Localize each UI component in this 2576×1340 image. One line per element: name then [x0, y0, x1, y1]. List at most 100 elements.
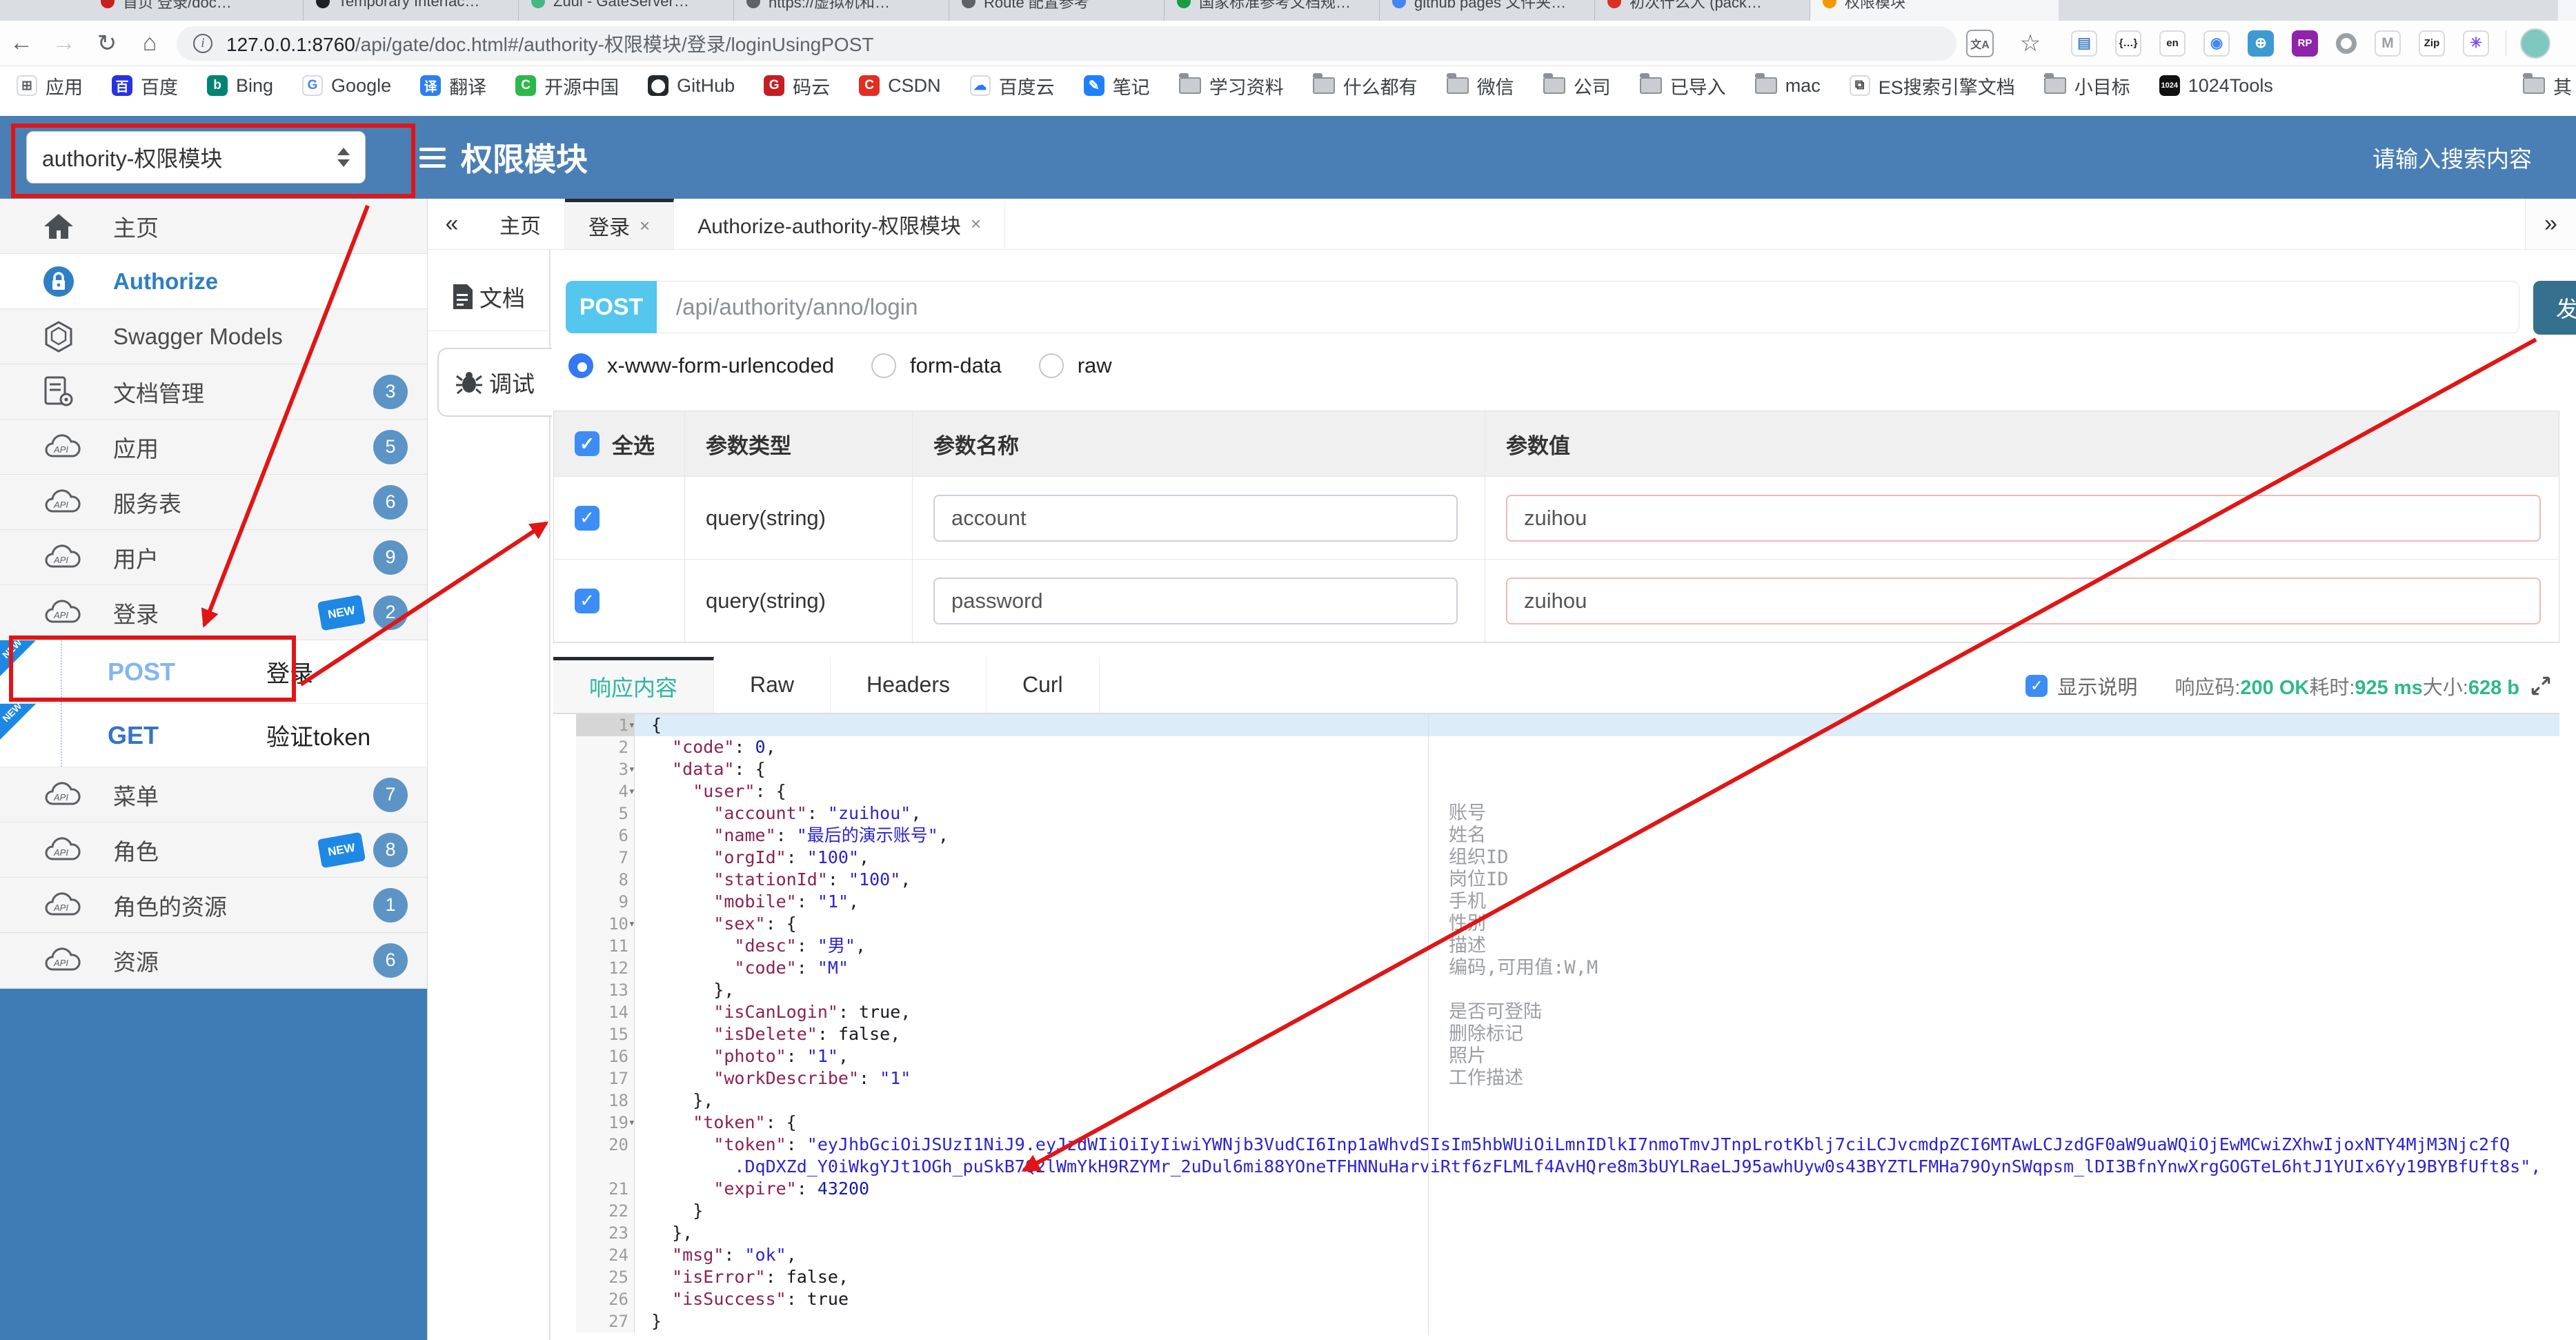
chrome-ext-icon[interactable]: ◉	[2203, 30, 2230, 57]
line-number[interactable]: 25	[576, 1266, 635, 1288]
browser-tab[interactable]: Zuul - GateServer…	[519, 0, 734, 21]
sidebar-endpoint-post[interactable]: POST 登录 NEW	[0, 637, 427, 704]
tampermonkey-ext-icon[interactable]: M	[2375, 30, 2401, 57]
line-number[interactable]: 15	[576, 1023, 635, 1045]
select-all-checkbox[interactable]: ✓	[575, 431, 600, 456]
response-tab[interactable]: Curl	[987, 657, 1100, 713]
tab-debug[interactable]: 调试	[437, 348, 552, 417]
bookmark-item[interactable]: G Google	[302, 72, 391, 99]
back-icon[interactable]: ←	[0, 30, 43, 57]
tab-doc[interactable]: 文档	[428, 262, 549, 331]
line-number[interactable]: 6	[576, 825, 635, 847]
bookmark-item[interactable]: 什么都有	[1312, 72, 1418, 99]
line-number[interactable]	[576, 1156, 635, 1178]
browser-tab[interactable]: Route 配置参考	[949, 0, 1165, 21]
sidebar-item[interactable]: API 角色的资源 1	[0, 878, 427, 933]
response-tab[interactable]: 响应内容	[553, 657, 715, 713]
browser-tab[interactable]: Temporary Interfac…	[304, 0, 519, 21]
sidebar-item[interactable]: API 应用 5	[0, 420, 427, 475]
bookmark-item[interactable]: 百 百度	[112, 72, 178, 99]
line-number[interactable]: 1 ▾	[576, 714, 635, 736]
browser-tab[interactable]: 权限模块	[1810, 0, 2059, 21]
line-number[interactable]: 13	[576, 979, 635, 1001]
page-info-icon[interactable]: i	[193, 33, 212, 53]
browser-tab[interactable]: 首页 登录/doc…	[88, 0, 304, 21]
doc-ext-icon[interactable]: ▤	[2071, 30, 2097, 57]
line-number[interactable]: 21	[576, 1178, 635, 1200]
bookmark-item[interactable]: 小目标	[2043, 72, 2130, 99]
line-number[interactable]: 18	[576, 1090, 635, 1112]
line-number[interactable]: 22	[576, 1200, 635, 1222]
forward-icon[interactable]: →	[43, 30, 86, 57]
sidebar-item[interactable]: API 角色 NEW 8	[0, 822, 427, 878]
rp-ext-icon[interactable]: RP	[2292, 30, 2318, 57]
line-number[interactable]: 24	[576, 1244, 635, 1266]
bookmark-item[interactable]: G 码云	[764, 72, 830, 99]
line-number[interactable]: 11	[576, 935, 635, 957]
response-tab[interactable]: Raw	[714, 657, 831, 713]
bookmark-item[interactable]: 已导入	[1639, 72, 1726, 99]
line-number[interactable]: 20	[576, 1134, 635, 1156]
line-number[interactable]: 26	[576, 1288, 635, 1310]
line-number[interactable]: 5	[576, 802, 635, 825]
param-value-input[interactable]	[1506, 494, 2541, 542]
expand-response-icon[interactable]	[2529, 674, 2553, 698]
bookmark-item[interactable]: 1024 1024Tools	[2159, 72, 2273, 99]
url-bar[interactable]: i 127.0.0.1:8760/api/gate/doc.html#/auth…	[177, 26, 1956, 61]
globe-ext-icon[interactable]: ⊕	[2248, 30, 2274, 57]
octotree-ext-icon[interactable]	[2336, 32, 2357, 54]
close-tab-icon[interactable]: ×	[640, 215, 650, 237]
line-number[interactable]: 23	[576, 1222, 635, 1244]
body-type-radio[interactable]: raw	[1038, 353, 1112, 378]
home-icon[interactable]: ⌂	[128, 30, 171, 57]
line-number[interactable]: 12	[576, 957, 635, 979]
bookmark-overflow-folder[interactable]: 其	[2523, 72, 2572, 99]
line-number[interactable]: 27	[576, 1310, 635, 1332]
bookmark-item[interactable]: C CSDN	[859, 72, 941, 99]
bookmark-item[interactable]: 学习资料	[1178, 72, 1284, 99]
line-number[interactable]: 3 ▾	[576, 758, 635, 780]
bookmark-star-icon[interactable]: ☆	[2009, 30, 2052, 57]
bookmark-item[interactable]: ⬤ GitHub	[648, 72, 735, 99]
document-tab[interactable]: 登录 ×	[565, 199, 675, 249]
sidebar-item[interactable]: API 服务表 6	[0, 475, 427, 530]
bookmark-item[interactable]: 译 翻译	[420, 72, 486, 99]
param-name-input[interactable]	[933, 577, 1458, 624]
bookmark-item[interactable]: b Bing	[207, 72, 273, 99]
line-number[interactable]: 8	[576, 869, 635, 891]
reload-icon[interactable]: ↻	[86, 30, 128, 57]
response-tab[interactable]: Headers	[831, 657, 987, 713]
bookmark-item[interactable]: mac	[1754, 72, 1821, 99]
expand-tabs-icon[interactable]: »	[2525, 199, 2576, 249]
line-number[interactable]: 7	[576, 847, 635, 869]
body-type-radio[interactable]: x-www-form-urlencoded	[568, 353, 834, 378]
bookmark-item[interactable]: ✎ 笔记	[1083, 72, 1150, 99]
collapse-tabs-icon[interactable]: «	[428, 199, 476, 249]
send-button[interactable]: 发送	[2533, 281, 2576, 335]
line-number[interactable]: 2	[576, 736, 635, 758]
show-desc-checkbox[interactable]: ✓	[2025, 674, 2048, 697]
bookmark-item[interactable]: C 开源中国	[515, 72, 619, 99]
service-select[interactable]: authority-权限模块	[26, 131, 366, 184]
line-number[interactable]: 17	[576, 1067, 635, 1090]
line-number[interactable]: 14	[576, 1001, 635, 1023]
sidebar-item[interactable]: Authorize	[0, 254, 427, 309]
document-tab[interactable]: Authorize-authority-权限模块 ×	[674, 199, 1006, 249]
param-value-input[interactable]	[1506, 577, 2541, 624]
menu-toggle-icon[interactable]	[419, 147, 446, 168]
bookmark-item[interactable]: ☁ 百度云	[969, 72, 1055, 99]
browser-tab[interactable]: 国家标准参考文档规…	[1165, 0, 1380, 21]
param-checkbox[interactable]: ✓	[575, 588, 600, 613]
sidebar-item[interactable]: API 用户 9	[0, 530, 427, 585]
sidebar-item[interactable]: API 菜单 7	[0, 767, 427, 822]
json-response-editor[interactable]: 1 ▾ { 2 "code": 0, 3 ▾ "data": { 4 ▾ "user"…	[576, 714, 2559, 1335]
browser-tab[interactable]: github pages 文件夹…	[1380, 0, 1595, 21]
line-number[interactable]: 19 ▾	[576, 1112, 635, 1134]
body-type-radio[interactable]: form-data	[871, 353, 1002, 378]
browser-tab[interactable]: 初次什么人 (pack…	[1595, 0, 1810, 21]
sidebar-endpoint-get[interactable]: GET 验证token NEW	[0, 700, 427, 767]
line-number[interactable]: 10 ▾	[576, 913, 635, 935]
close-tab-icon[interactable]: ×	[971, 213, 981, 235]
oss-ext-icon[interactable]: ✳	[2463, 30, 2489, 57]
line-number[interactable]: 4 ▾	[576, 780, 635, 802]
